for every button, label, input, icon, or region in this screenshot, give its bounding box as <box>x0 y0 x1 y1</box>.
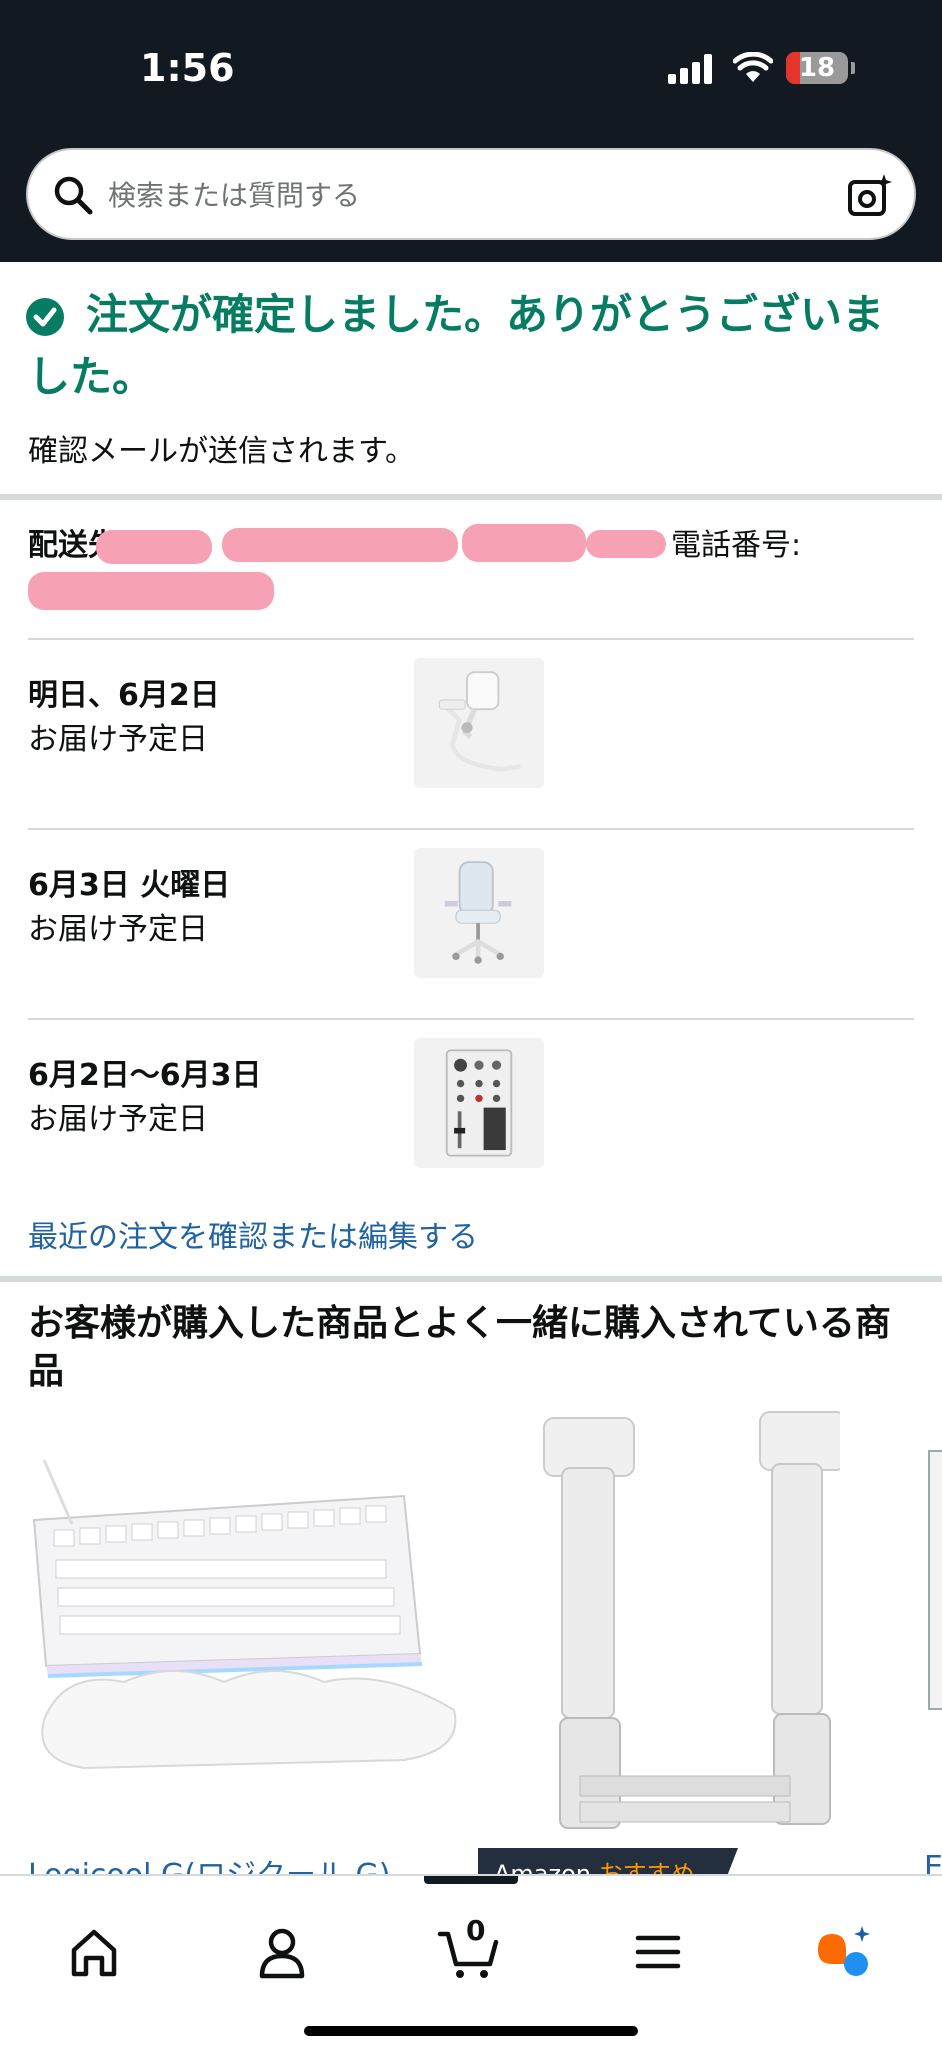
redaction-mark <box>28 572 274 610</box>
bottom-nav: 0 <box>0 1874 942 2048</box>
camera-search-icon[interactable] <box>846 172 894 220</box>
battery-icon: 18 <box>786 52 848 84</box>
cellular-signal-icon <box>668 54 716 84</box>
delivery-label: お届け予定日 <box>28 722 208 757</box>
cart-count: 0 <box>466 1914 486 1947</box>
delivery-date: 6月2日〜6月3日 <box>28 1058 262 1093</box>
home-icon[interactable] <box>62 1920 126 1984</box>
order-confirmation: 注文が確定しました。ありがとうございました。 確認メールが送信されます。 <box>0 262 942 496</box>
row-divider <box>28 1018 914 1020</box>
microphone-image[interactable] <box>414 658 544 788</box>
redaction-mark <box>222 528 458 562</box>
row-divider <box>28 828 914 830</box>
delivery-date: 明日、6月2日 <box>28 678 220 713</box>
recommendations-title: お客様が購入した商品とよく一緒に購入されている商品 <box>28 1303 891 1392</box>
confirmation-title: 注文が確定しました。ありがとうございました。 <box>28 290 885 401</box>
confirmation-subtitle: 確認メールが送信されます。 <box>28 434 415 469</box>
delivery-label: お届け予定日 <box>28 912 208 947</box>
cart-button[interactable]: 0 <box>436 1914 500 1984</box>
delivery-row[interactable]: 明日、6月2日 お届け予定日 <box>28 658 914 860</box>
account-icon[interactable] <box>250 1920 314 1984</box>
battery-level: 18 <box>798 53 836 83</box>
battery-tip <box>851 62 855 74</box>
delivery-label: お届け予定日 <box>28 1102 208 1137</box>
delivery-date: 6月3日 火曜日 <box>28 868 231 903</box>
section-divider <box>0 494 942 500</box>
delivery-row[interactable]: 6月3日 火曜日 お届け予定日 <box>28 848 914 1050</box>
redaction-mark <box>462 524 586 562</box>
redaction-mark <box>96 530 212 564</box>
edit-recent-orders-link[interactable]: 最近の注文を確認または編集する <box>28 1212 478 1256</box>
menu-icon[interactable] <box>626 1920 690 1984</box>
status-time: 1:56 <box>140 46 235 90</box>
gaming-chair-image[interactable] <box>414 848 544 978</box>
next-product-image[interactable] <box>928 1450 942 1710</box>
keyboard-image[interactable] <box>24 1420 464 1780</box>
monitor-arm-image[interactable] <box>520 1408 847 1848</box>
search-bar[interactable] <box>26 148 916 240</box>
active-tab-indicator <box>424 1876 518 1884</box>
audio-mixer-image[interactable] <box>414 1038 544 1168</box>
search-icon <box>54 176 93 215</box>
redaction-mark <box>586 530 666 558</box>
section-divider <box>0 1276 942 1282</box>
rufus-ai-icon[interactable] <box>812 1920 876 1984</box>
phone-label: 電話番号: <box>671 528 802 563</box>
wifi-icon <box>733 52 773 82</box>
row-divider <box>28 638 914 640</box>
app-header: 1:56 18 <box>0 0 942 262</box>
search-input[interactable] <box>108 168 848 222</box>
home-indicator <box>304 2026 638 2036</box>
